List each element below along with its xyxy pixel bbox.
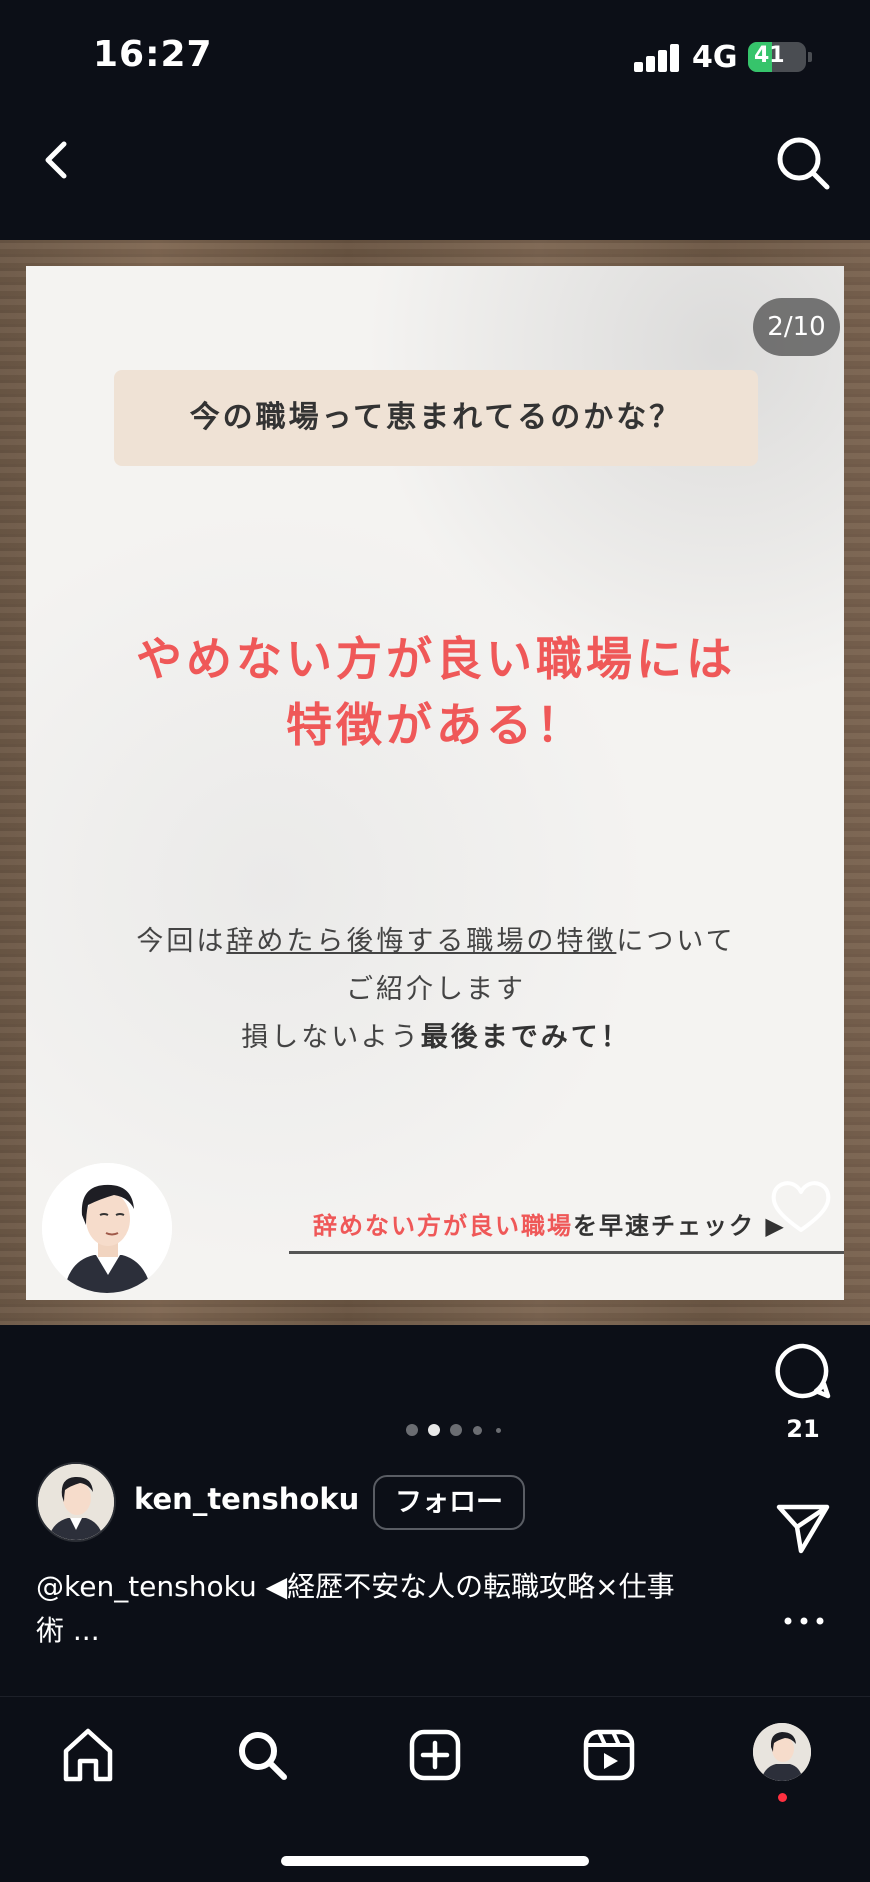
comment-button[interactable]	[772, 1340, 834, 1402]
battery-cap	[808, 52, 812, 62]
back-button[interactable]	[32, 130, 92, 190]
signal-icon	[634, 44, 680, 72]
reels-icon	[583, 1729, 635, 1781]
home-indicator	[281, 1856, 589, 1866]
chevron-left-icon	[45, 141, 67, 179]
caption-line-1: @ken_tenshoku ◀経歴不安な人の転職攻略×仕事	[36, 1570, 675, 1603]
body-line-3: 損しないよう最後までみて！	[56, 1014, 816, 1062]
author-avatar[interactable]	[36, 1462, 116, 1542]
headline-line-2: 特徴がある！	[286, 698, 586, 752]
more-icon	[784, 1617, 824, 1625]
tab-home[interactable]	[58, 1725, 118, 1785]
follow-button[interactable]: フォロー	[373, 1475, 525, 1530]
tab-create[interactable]	[405, 1725, 465, 1785]
cta-red: 辞めない方が良い職場	[313, 1212, 573, 1240]
tab-reels[interactable]	[579, 1725, 639, 1785]
carousel-dot	[496, 1428, 501, 1433]
carousel-dot	[406, 1424, 418, 1436]
tab-search[interactable]	[232, 1725, 292, 1785]
carousel-indicator	[400, 1420, 510, 1438]
more-button[interactable]	[780, 1608, 828, 1634]
home-icon	[63, 1728, 113, 1782]
carousel-slide[interactable]: 2/10 今の職場って恵まれてるのかな？ やめない方が良い職場には 特徴がある！…	[26, 266, 844, 1300]
search-icon	[239, 1732, 287, 1780]
status-time: 16:27	[93, 34, 213, 75]
heart-icon	[771, 1181, 831, 1232]
body-prefix: 今回は	[136, 926, 227, 957]
body-line-3-prefix: 損しないよう	[241, 1022, 421, 1053]
comment-icon	[775, 1343, 831, 1399]
notification-dot	[778, 1793, 787, 1802]
body-line-3-bold: 最後までみて！	[420, 1022, 631, 1053]
bottom-tab-bar	[0, 1696, 870, 1882]
share-button[interactable]	[773, 1497, 833, 1557]
caption-line-2: 術 ...	[36, 1614, 100, 1647]
question-banner: 今の職場って恵まれてるのかな？	[114, 370, 758, 466]
tab-profile[interactable]	[753, 1723, 811, 1781]
body-line-1: 今回は辞めたら後悔する職場の特徴について	[56, 918, 816, 966]
top-nav	[0, 120, 870, 200]
post-media[interactable]: 2/10 今の職場って恵まれてるのかな？ やめない方が良い職場には 特徴がある！…	[0, 240, 870, 1325]
body-line-2: ご紹介します	[346, 974, 526, 1005]
carousel-dot	[450, 1424, 462, 1436]
create-icon	[409, 1729, 461, 1781]
headline-line-1: やめない方が良い職場には	[136, 632, 736, 686]
network-type: 4G	[692, 40, 738, 75]
carousel-dot	[473, 1426, 482, 1435]
like-button[interactable]	[768, 1176, 834, 1236]
search-icon	[777, 137, 830, 190]
body-underlined: 辞めたら後悔する職場の特徴	[226, 926, 617, 957]
slide-headline: やめない方が良い職場には 特徴がある！	[66, 626, 806, 758]
status-bar: 16:27 4G 41	[0, 0, 870, 110]
battery-icon: 41	[748, 42, 806, 72]
cta-underline	[289, 1251, 844, 1254]
avatar-illustration	[42, 1163, 172, 1293]
cta-text: 辞めない方が良い職場を早速チェック ▶	[313, 1206, 844, 1241]
profile-avatar-icon	[753, 1723, 811, 1781]
slide-body: 今回は辞めたら後悔する職場の特徴について ご紹介します 損しないよう最後までみて…	[56, 918, 816, 1062]
search-button[interactable]	[770, 130, 836, 196]
body-suffix: について	[616, 926, 736, 957]
avatar-illustration	[38, 1464, 114, 1540]
slide-counter: 2/10	[753, 298, 840, 356]
author-username[interactable]: ken_tenshoku	[134, 1482, 359, 1516]
cta-rest: を早速チェック ▶	[573, 1212, 786, 1240]
battery-level: 41	[754, 43, 785, 68]
post-caption[interactable]: @ken_tenshoku ◀経歴不安な人の転職攻略×仕事 術 ...	[36, 1565, 736, 1653]
comment-count: 21	[786, 1415, 820, 1443]
carousel-dot-active	[428, 1424, 440, 1436]
slide-avatar	[42, 1163, 172, 1293]
paper-plane-icon	[776, 1504, 830, 1554]
